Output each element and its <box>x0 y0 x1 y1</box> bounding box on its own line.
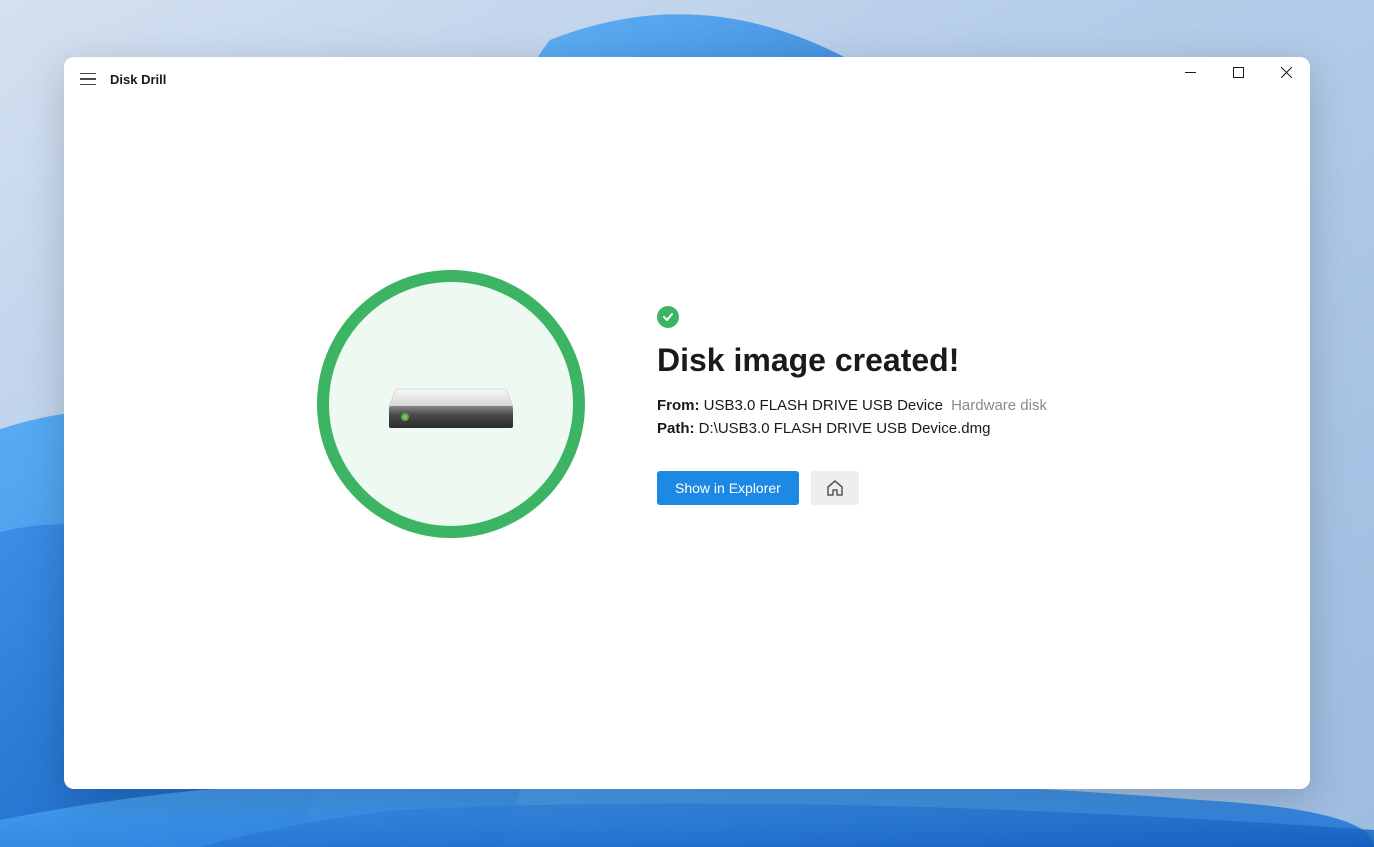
success-graphic <box>317 270 587 540</box>
app-window: Disk Drill <box>64 57 1310 789</box>
from-label: From: <box>657 397 700 414</box>
path-row: Path: D:\USB3.0 FLASH DRIVE USB Device.d… <box>657 420 990 437</box>
menu-icon[interactable] <box>78 69 98 89</box>
page-title: Disk image created! <box>657 342 959 379</box>
success-check-icon <box>657 306 679 328</box>
from-row: From: USB3.0 FLASH DRIVE USB Device Hard… <box>657 397 1047 414</box>
window-controls <box>1166 57 1310 101</box>
home-icon <box>825 478 845 498</box>
button-row: Show in Explorer <box>657 471 859 505</box>
main-content: Disk image created! From: USB3.0 FLASH D… <box>64 101 1310 789</box>
app-title: Disk Drill <box>110 72 166 87</box>
result-panel: Disk image created! From: USB3.0 FLASH D… <box>657 306 1057 505</box>
from-device: USB3.0 FLASH DRIVE USB Device <box>704 397 943 414</box>
titlebar: Disk Drill <box>64 57 1310 101</box>
path-label: Path: <box>657 420 695 437</box>
show-in-explorer-button[interactable]: Show in Explorer <box>657 471 799 505</box>
titlebar-left: Disk Drill <box>78 69 166 89</box>
path-value: D:\USB3.0 FLASH DRIVE USB Device.dmg <box>699 420 991 437</box>
minimize-button[interactable] <box>1166 57 1214 87</box>
close-button[interactable] <box>1262 57 1310 87</box>
home-button[interactable] <box>811 471 859 505</box>
drive-circle-icon <box>317 270 585 538</box>
maximize-button[interactable] <box>1214 57 1262 87</box>
from-type: Hardware disk <box>951 397 1047 414</box>
